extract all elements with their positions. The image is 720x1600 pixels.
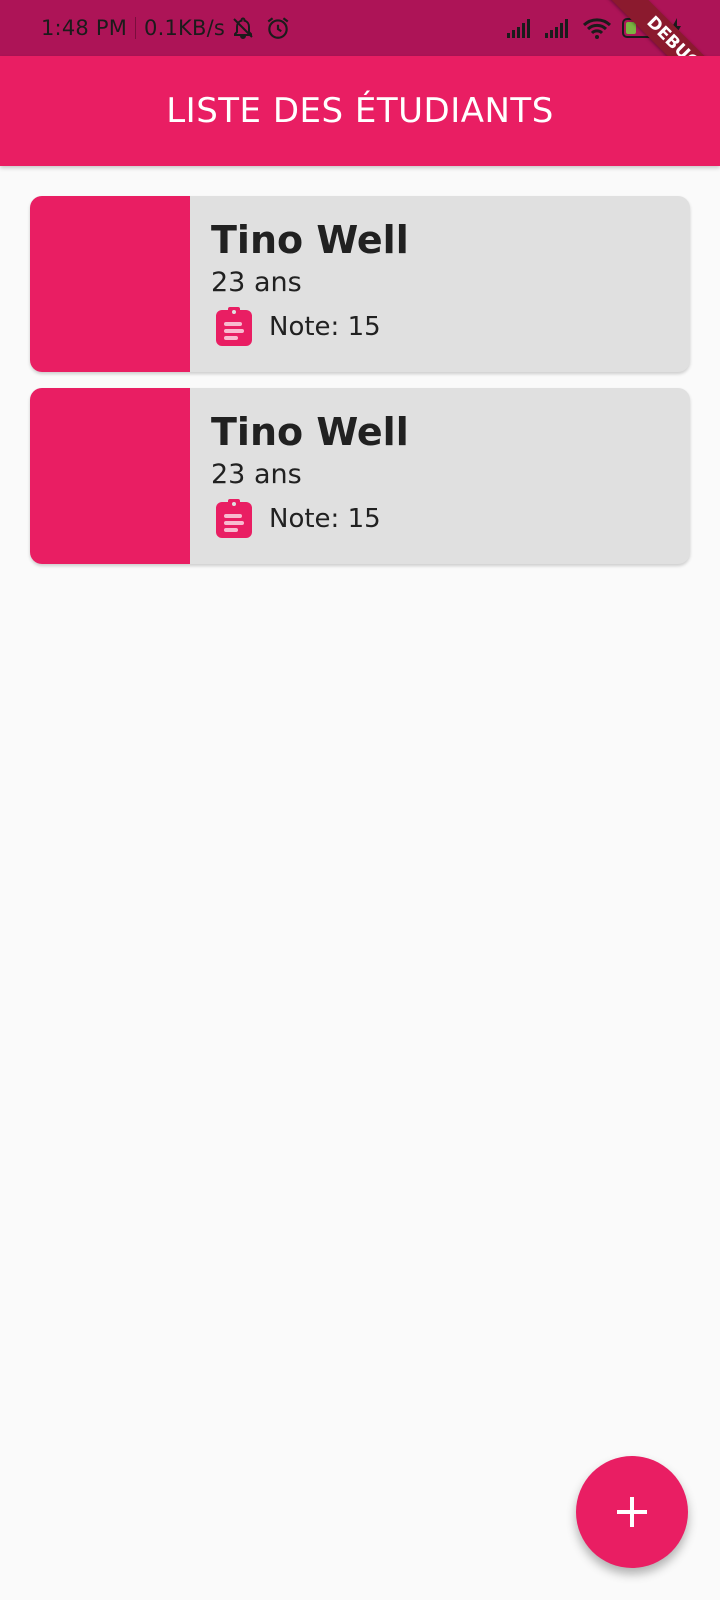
- student-grade: Note: 15: [269, 312, 381, 342]
- status-divider: [135, 17, 137, 39]
- status-time: 1:48 PM: [41, 16, 128, 40]
- student-photo: [30, 388, 190, 564]
- student-info: Tino Well 23 ans Note: 15: [190, 388, 409, 564]
- signal-icon: [544, 17, 572, 39]
- student-age: 23 ans: [211, 459, 302, 490]
- student-info: Tino Well 23 ans Note: 15: [190, 196, 409, 372]
- student-name: Tino Well: [211, 410, 409, 454]
- page-title: LISTE DES ÉTUDIANTS: [166, 91, 554, 131]
- status-left: 1:48 PM 0.1KB/s: [41, 0, 291, 56]
- clipboard-icon: [215, 307, 253, 347]
- student-card[interactable]: Tino Well 23 ans Note: 15: [30, 388, 690, 564]
- clipboard-icon: [215, 499, 253, 539]
- student-card[interactable]: Tino Well 23 ans Note: 15: [30, 196, 690, 372]
- signal-icon: [506, 17, 534, 39]
- network-speed: 0.1KB/s: [144, 16, 226, 40]
- mute-notifications-icon: [231, 16, 255, 40]
- add-icon: [615, 1495, 649, 1529]
- student-list: Tino Well 23 ans Note: 15 Tino Well 23 a…: [30, 196, 690, 580]
- student-grade-row: Note: 15: [211, 499, 409, 539]
- status-bar: 1:48 PM 0.1KB/s DEBUG: [0, 0, 720, 113]
- student-grade: Note: 15: [269, 504, 381, 534]
- student-grade-row: Note: 15: [211, 307, 409, 347]
- student-name: Tino Well: [211, 218, 409, 262]
- student-photo: [30, 196, 190, 372]
- student-age: 23 ans: [211, 267, 302, 298]
- alarm-icon: [265, 15, 291, 41]
- app-bar: LISTE DES ÉTUDIANTS: [0, 56, 720, 166]
- add-student-button[interactable]: [576, 1456, 688, 1568]
